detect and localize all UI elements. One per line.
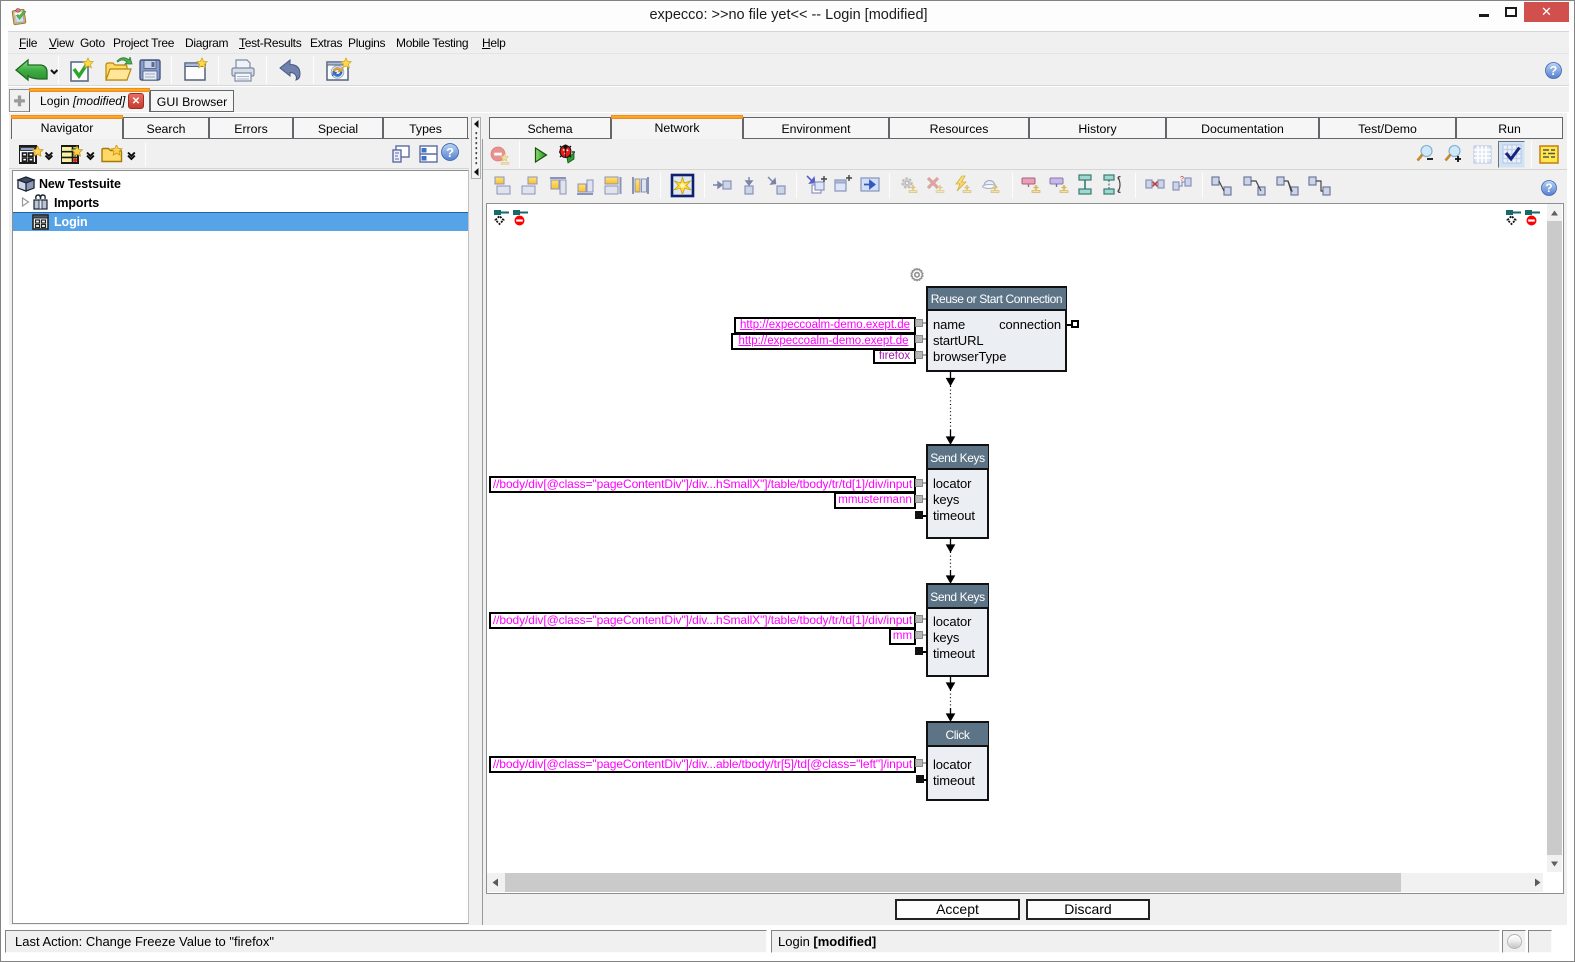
svg-text:?: ?	[446, 145, 454, 160]
svg-text:?: ?	[1180, 176, 1184, 183]
svg-text:?: ?	[1550, 64, 1558, 78]
svg-text:?: ?	[1545, 182, 1552, 195]
